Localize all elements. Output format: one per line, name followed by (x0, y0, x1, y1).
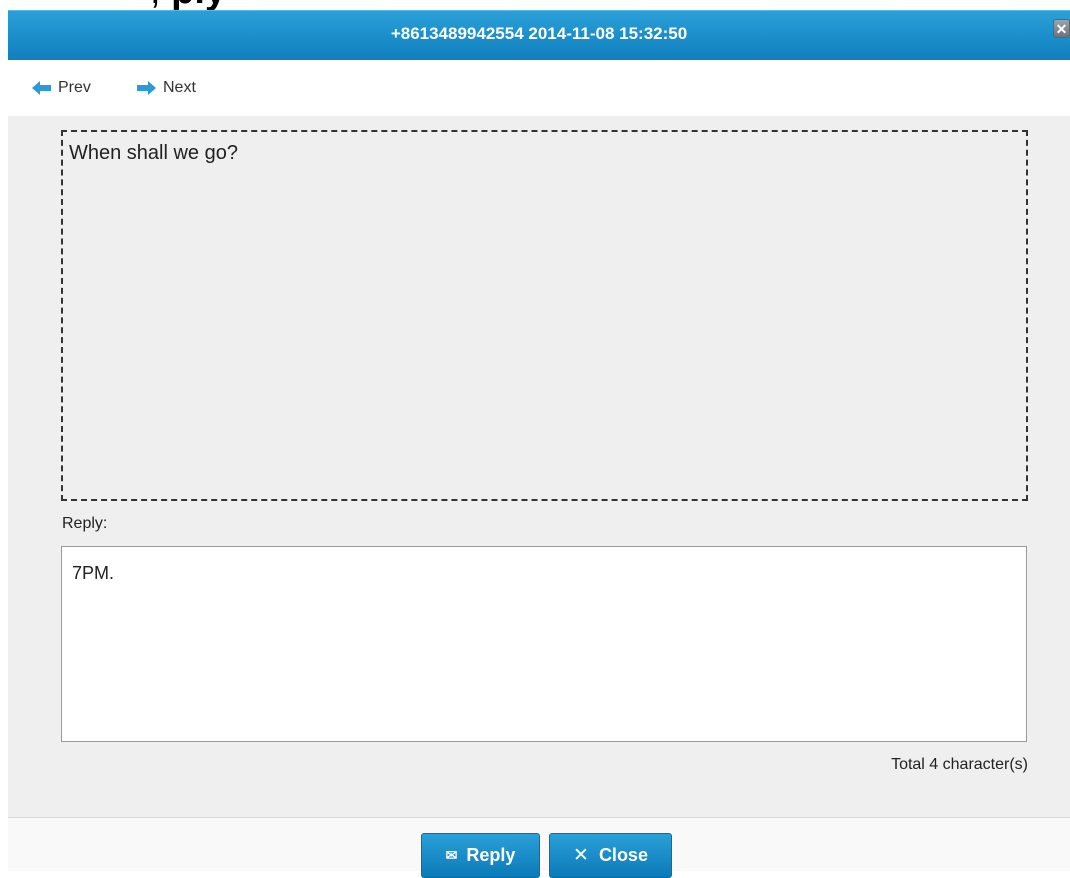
next-button[interactable]: Next (137, 77, 196, 99)
close-button[interactable]: ✕ Close (549, 833, 672, 878)
prev-button[interactable]: Prev (32, 77, 91, 99)
titlebar-close-icon[interactable]: ✕ (1053, 19, 1070, 38)
next-label: Next (163, 79, 196, 96)
arrow-right-icon (137, 81, 156, 95)
reply-label: Reply: (62, 515, 108, 532)
reply-button-label: Reply (466, 845, 516, 865)
reply-button[interactable]: ✉ Reply (421, 833, 540, 878)
dialog-title: +8613489942554 2014-11-08 15:32:50 (390, 24, 688, 43)
character-count: Total 4 character(s) (891, 756, 1028, 773)
envelope-icon: ✉ (445, 847, 458, 863)
background-text-bold: ply (171, 0, 226, 10)
message-navigation-bar: Prev Next (8, 60, 1070, 116)
dialog-footer: ✉ Reply ✕ Close (8, 817, 1070, 878)
background-page-text: , ply (150, 0, 226, 10)
arrow-left-icon (32, 81, 51, 95)
sms-message-dialog: +8613489942554 2014-11-08 15:32:50 ✕ Pre… (8, 10, 1070, 878)
received-message-content: When shall we go? (61, 130, 1028, 501)
close-icon: ✕ (573, 845, 589, 866)
dialog-titlebar[interactable]: +8613489942554 2014-11-08 15:32:50 ✕ (8, 10, 1070, 60)
prev-label: Prev (58, 79, 91, 96)
background-page-strip: , ply (0, 0, 1070, 10)
background-text-fragment-a: , (150, 0, 171, 10)
reply-textarea[interactable]: 7PM. (61, 546, 1027, 742)
close-button-label: Close (598, 845, 648, 865)
